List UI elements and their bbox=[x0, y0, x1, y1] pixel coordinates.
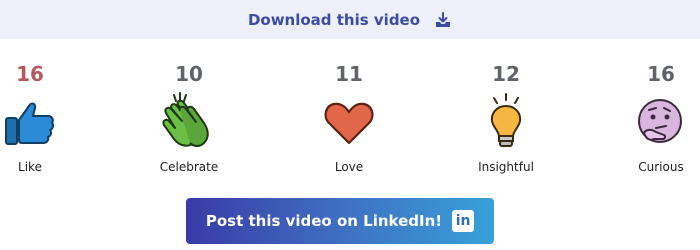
reaction-label: Insightful bbox=[478, 160, 534, 174]
reaction-celebrate[interactable]: 10 Celebrate bbox=[144, 60, 234, 174]
download-label: Download this video bbox=[247, 10, 421, 29]
reaction-love[interactable]: 11 Love bbox=[304, 60, 394, 174]
reaction-count: 11 bbox=[335, 62, 363, 86]
reaction-count: 10 bbox=[175, 62, 203, 86]
reaction-label: Celebrate bbox=[159, 160, 219, 174]
reaction-insightful[interactable]: 12 Insightful bbox=[461, 60, 551, 174]
thumbs-up-icon bbox=[0, 90, 62, 154]
reactions-row: 16 Like 10 Celebrate 11 Love 12 Insightf… bbox=[0, 60, 700, 190]
reaction-count: 16 bbox=[647, 62, 675, 86]
reaction-count: 12 bbox=[492, 62, 520, 86]
reaction-count: 16 bbox=[16, 62, 44, 86]
heart-icon bbox=[317, 90, 381, 154]
download-bar: Download this video bbox=[0, 0, 700, 39]
thinking-face-icon bbox=[629, 90, 693, 154]
reaction-curious[interactable]: 16 Curious bbox=[616, 60, 700, 174]
reaction-like[interactable]: 16 Like bbox=[0, 60, 75, 174]
download-tray-icon bbox=[434, 11, 452, 29]
reaction-label: Curious bbox=[638, 160, 684, 174]
reaction-label: Love bbox=[334, 160, 364, 174]
download-video-link[interactable]: Download this video bbox=[248, 11, 452, 29]
linkedin-icon: in bbox=[452, 210, 475, 232]
cta-container: Post this video on LinkedIn! in bbox=[186, 198, 494, 244]
reaction-label: Like bbox=[18, 160, 42, 174]
post-on-linkedin-button[interactable]: Post this video on LinkedIn! in bbox=[186, 198, 494, 244]
lightbulb-icon bbox=[474, 90, 538, 154]
cta-label: Post this video on LinkedIn! bbox=[205, 212, 443, 230]
clapping-hands-icon bbox=[157, 90, 221, 154]
